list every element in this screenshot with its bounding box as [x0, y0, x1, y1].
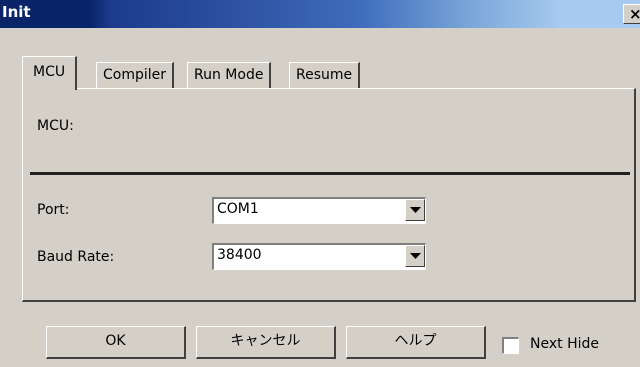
tab-label: Run Mode [194, 67, 264, 83]
baud-rate-label: Baud Rate: [37, 249, 115, 265]
chevron-down-icon [410, 253, 421, 259]
tab-compiler[interactable]: Compiler [96, 62, 175, 88]
port-value: COM1 [217, 201, 259, 217]
title-bar[interactable]: Init × [0, 0, 640, 28]
init-dialog: Init × MCU Compiler Run Mode Resume MCU:… [0, 0, 640, 367]
port-label: Port: [37, 202, 70, 218]
help-button[interactable]: ヘルプ [346, 326, 486, 359]
baud-rate-dropdown-button[interactable] [405, 245, 425, 267]
baud-rate-value: 38400 [217, 247, 262, 263]
ok-button[interactable]: OK [46, 326, 186, 359]
port-dropdown-button[interactable] [405, 199, 425, 221]
separator [30, 172, 630, 175]
chevron-down-icon [410, 207, 421, 213]
tab-resume[interactable]: Resume [289, 62, 361, 88]
tab-mcu[interactable]: MCU [22, 56, 78, 90]
close-button[interactable]: × [623, 4, 640, 24]
baud-rate-select[interactable]: 38400 [212, 243, 426, 270]
tab-run-mode[interactable]: Run Mode [187, 62, 272, 88]
tab-label: Compiler [103, 67, 167, 83]
next-hide-label[interactable]: Next Hide [530, 336, 599, 352]
cancel-button[interactable]: キャンセル [196, 326, 336, 359]
tab-label: MCU [33, 64, 66, 80]
tab-label: Resume [296, 67, 353, 83]
mcu-label: MCU: [37, 118, 74, 134]
port-select[interactable]: COM1 [212, 197, 426, 224]
next-hide-checkbox[interactable] [502, 337, 519, 354]
close-icon: × [629, 5, 640, 23]
window-title: Init [2, 3, 31, 21]
